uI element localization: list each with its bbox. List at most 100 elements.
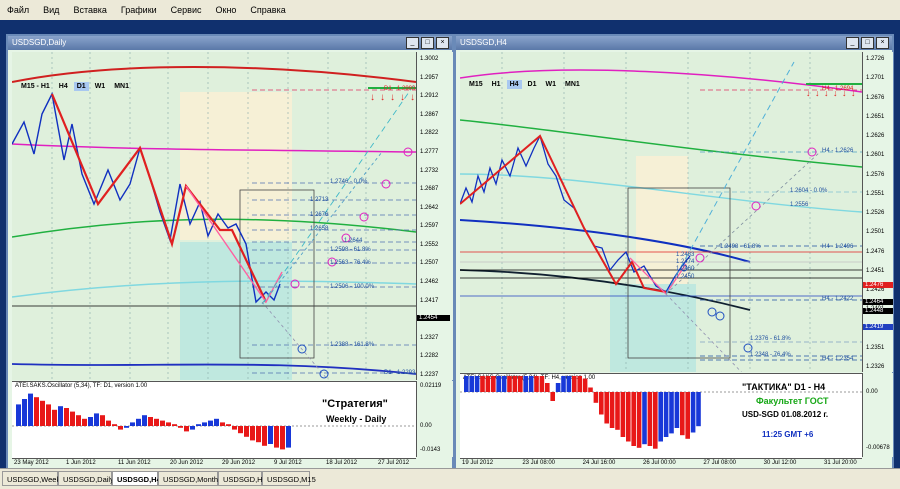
timeframe-button[interactable]: H1: [489, 80, 504, 89]
down-arrow-icon: ↓: [410, 92, 415, 103]
close-button[interactable]: ×: [876, 37, 889, 49]
histogram-bar: [40, 400, 45, 426]
histogram-bar: [22, 399, 27, 426]
menu-item[interactable]: Графики: [114, 5, 164, 15]
chart-tab[interactable]: USDSGD,Daily: [58, 471, 114, 486]
histogram-bar: [28, 393, 33, 426]
timeframe-button[interactable]: M15: [466, 80, 486, 89]
osc-tick-label: 0.02119: [420, 383, 442, 389]
oscillator-scale-daily: 0.02119 0.00 -0.0143: [416, 381, 453, 457]
histogram-bar: [518, 376, 523, 392]
down-arrow-icon: ↓: [400, 92, 405, 103]
time-axis-label: 18 Jul 2012: [326, 460, 358, 466]
fib-level-label: 1.2563 - 76.4%: [330, 260, 371, 266]
price-tick-label: 1.2326: [866, 364, 885, 370]
fib-level-label: H4 - 1.2496: [822, 244, 854, 250]
histogram-bar: [16, 404, 21, 426]
maximize-button[interactable]: □: [861, 37, 874, 49]
osc-tick-label: 0.00: [420, 423, 432, 429]
histogram-bar: [555, 383, 561, 392]
time-axis-label: 27 Jul 08:00: [703, 460, 737, 466]
price-plot-h4[interactable]: ↓ ↓ ↓ ↓ ↓ ↓ M15 H1 H4 D1 W1 MN1 H4 - 1.2694 H4 - 1.…: [460, 52, 862, 372]
chart-window-h4[interactable]: USDSGD,H4 _ □ × ↓ ↓ ↓ ↓ ↓ ↓ M15 H1 H4 D1 W1 MN1 H4…: [454, 34, 894, 486]
timeframe-button[interactable]: M15 - H1: [18, 82, 53, 91]
histogram-bar: [58, 406, 63, 426]
ma-red: [12, 66, 416, 83]
histogram-bar: [52, 409, 57, 426]
price-tick-label: 1.2462: [420, 279, 439, 286]
histogram-bar: [232, 426, 237, 430]
histogram-bar: [507, 376, 512, 392]
timeframe-button[interactable]: W1: [542, 80, 559, 89]
tactic-pair-date: USD-SGD 01.08.2012 г.: [742, 410, 829, 419]
chart-tab[interactable]: USDSGD,Monthly: [158, 471, 223, 486]
histogram-bar: [550, 392, 555, 401]
histogram-bar: [220, 422, 225, 426]
histogram-bar: [582, 378, 588, 392]
histogram-bar: [88, 417, 93, 426]
maximize-button[interactable]: □: [421, 37, 434, 49]
price-plot-daily[interactable]: ↓ ↓ ↓ ↓ ↓ M15 - H1 H4 D1 W1 MN1 D1 - 1.2993 1.274…: [12, 52, 416, 380]
close-button[interactable]: ×: [436, 37, 449, 49]
time-axis-label: 23 May 2012: [14, 460, 49, 466]
price-tick-label: 1.2642: [420, 204, 439, 211]
menu-item[interactable]: Вид: [36, 5, 66, 15]
chart-tab[interactable]: USDSGD,H4: [112, 471, 161, 486]
timeframe-button[interactable]: H4: [56, 82, 71, 91]
timeframe-button[interactable]: H4: [506, 80, 522, 89]
menu-item[interactable]: Вставка: [66, 5, 113, 15]
window-title-h4[interactable]: USDSGD,H4 _ □ ×: [456, 36, 892, 50]
histogram-bar: [620, 392, 626, 437]
menu-item[interactable]: Окно: [209, 5, 244, 15]
histogram-bar: [154, 418, 159, 426]
histogram-bar: [561, 376, 566, 392]
timeframe-button[interactable]: D1: [525, 80, 540, 89]
price-tick-label: 1.2552: [420, 241, 439, 248]
minimize-button[interactable]: _: [406, 37, 419, 49]
window-title-daily[interactable]: USDSGD,Daily _ □ ×: [8, 36, 452, 50]
fib-level-label: 1.2483: [676, 252, 695, 258]
minimize-button[interactable]: _: [846, 37, 859, 49]
osc-tick-label: -0.0143: [420, 447, 441, 453]
time-axis-label: 9 Jul 2012: [274, 460, 302, 466]
timeframe-button[interactable]: W1: [92, 82, 109, 91]
chart-tab[interactable]: USDSGD,M15: [262, 471, 316, 486]
marker-circle: [381, 179, 391, 189]
chart-window-daily[interactable]: USDSGD,Daily _ □ × ↓ ↓ ↓ ↓ ↓ M15 - H1 H4 D1 W1 M…: [6, 34, 454, 486]
histogram-bar: [501, 376, 507, 392]
price-chart-daily: ↓ ↓ ↓ ↓ ↓: [12, 52, 416, 380]
time-axis-label: 29 Jun 2012: [222, 460, 256, 466]
histogram-bar: [94, 413, 99, 426]
fib-level-label: 1.2676: [310, 212, 329, 218]
menu-item[interactable]: Справка: [243, 5, 292, 15]
histogram-bar: [172, 424, 177, 426]
time-axis-label: 26 Jul 00:00: [643, 460, 676, 466]
chart-tab[interactable]: USDSGD,Weekly: [2, 471, 66, 486]
histogram-bar: [214, 418, 219, 426]
histogram-bar: [539, 376, 545, 392]
fib-level-label: 1.2658: [310, 226, 329, 232]
price-tick-label: 1.2576: [866, 171, 885, 178]
menu-item[interactable]: Файл: [0, 5, 36, 15]
timeframe-button[interactable]: MN1: [562, 80, 583, 89]
histogram-bar: [82, 418, 87, 426]
price-scale-h4: 1.2726 1.2701 1.2676 1.2651 1.2626 1.2601 1.25…: [862, 52, 893, 372]
timeframe-button[interactable]: D1: [73, 82, 89, 91]
price-tick-label: 1.2476: [866, 248, 885, 255]
price-tick-label: 1.2676: [866, 94, 885, 101]
histogram-bar: [208, 420, 213, 426]
histogram-bar: [280, 426, 285, 450]
chart-tab[interactable]: USDSGD,H1: [218, 471, 267, 486]
menu-item[interactable]: Сервис: [164, 5, 209, 15]
projection-dotted: [665, 151, 821, 295]
histogram-bar: [690, 392, 696, 433]
histogram-bar: [474, 376, 480, 392]
histogram-bar: [34, 397, 39, 426]
histogram-bar: [674, 392, 680, 428]
tactic-title: "ТАКТИКА" D1 - H4: [742, 382, 826, 392]
down-arrow-icon: ↓: [815, 88, 820, 98]
window-title-text: USDSGD,H4: [460, 38, 507, 47]
timeframe-button[interactable]: MN1: [111, 82, 132, 91]
marker-circle: [695, 253, 705, 263]
fib-level-label: 1.2598 - 61.8%: [330, 247, 371, 253]
